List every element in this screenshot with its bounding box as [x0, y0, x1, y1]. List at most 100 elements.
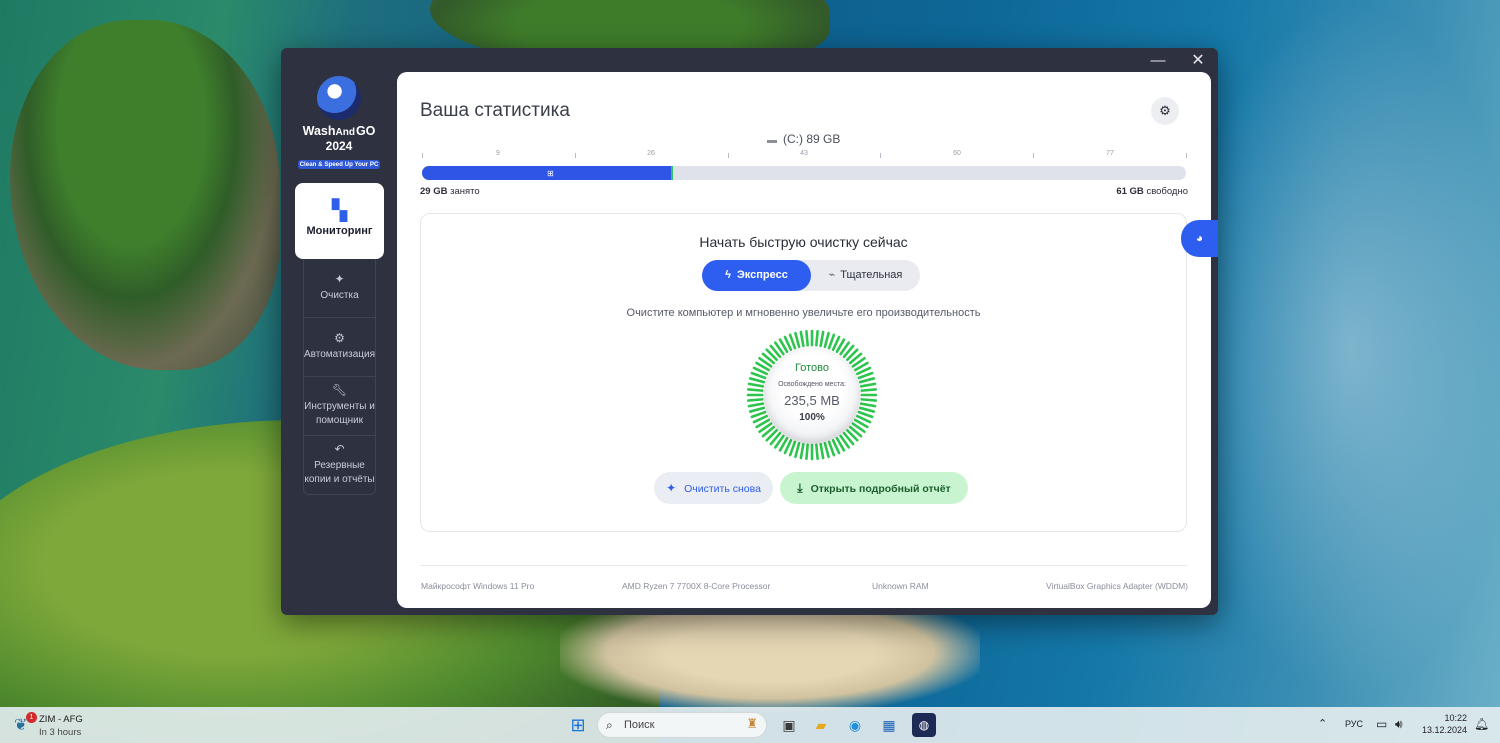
chevron-up-icon[interactable]: ⌃	[1318, 717, 1327, 730]
file-explorer-button[interactable]: ▰	[809, 713, 833, 737]
gauge-dash	[747, 402, 765, 408]
gauge-dash	[819, 330, 825, 348]
drive-label: ▬ (C:) 89 GB	[767, 132, 840, 146]
gauge-dash	[858, 406, 876, 413]
search-placeholder: Поиск	[624, 719, 655, 731]
edge-browser-button[interactable]: ◉	[843, 713, 867, 737]
pie-chart-icon: ◕	[1195, 231, 1204, 245]
sparkle-icon: ✦	[666, 481, 677, 495]
quick-clean-title: Начать быструю очистку сейчас	[699, 234, 908, 250]
main-panel: Ваша статистика ⚙ ▬ (C:) 89 GB 9 26 43 60 77 …	[397, 72, 1211, 608]
sidebar-item-label: Очистка	[320, 290, 359, 301]
store-button[interactable]: ▦	[877, 713, 901, 737]
settings-button[interactable]: ⚙	[1151, 97, 1179, 125]
gauge-freed-label: Освобождено места:	[778, 381, 846, 388]
gauge-dash	[859, 382, 877, 388]
free-space-value: 61 GB	[1116, 186, 1144, 197]
broom-icon: ⌁	[828, 269, 836, 281]
open-report-button[interactable]: ⤓ Открыть подробный отчёт	[780, 472, 968, 504]
scale-tick-label: 60	[953, 150, 961, 157]
clean-again-button[interactable]: ✦ Очистить снова	[654, 472, 773, 504]
gauge-center: Готово Освобождено места: 235,5 MB 100%	[764, 347, 860, 443]
gauge-dash	[748, 406, 766, 413]
free-space-text: 61 GB свободно	[1116, 186, 1188, 197]
gauge-dash	[827, 440, 836, 457]
taskbar-search[interactable]: ⌕ Поиск ♜	[597, 712, 767, 738]
gauge-dash	[815, 443, 819, 461]
sidebar-item-automation[interactable]: ⚙ Автоматизация	[303, 318, 376, 377]
scale-tick	[1186, 153, 1187, 158]
scale-tick	[1033, 153, 1034, 158]
gauge-dash	[805, 329, 809, 347]
mode-thorough-label: Тщательная	[840, 269, 903, 281]
notification-badge: 1	[26, 712, 37, 723]
download-icon: ⤓	[797, 481, 803, 495]
floating-chart-button[interactable]: ◕	[1181, 220, 1218, 257]
washandgo-taskbar-button[interactable]: ◍	[912, 713, 936, 737]
gauge-percent: 100%	[799, 412, 825, 423]
sidebar-item-backups[interactable]: ↶ Резервные копии и отчёты	[303, 436, 376, 495]
drive-label-text: (C:) 89 GB	[783, 132, 841, 146]
used-space-suffix: занято	[450, 186, 480, 197]
sysinfo-cpu: AMD Ryzen 7 7700X 8-Core Processor	[622, 581, 771, 591]
gauge-dash	[799, 442, 805, 460]
scale-tick-label: 26	[647, 150, 655, 157]
gauge-dash	[799, 330, 805, 348]
logo-name-go: GO	[355, 124, 376, 138]
undo-arrow-icon: ↶	[334, 442, 345, 456]
gauge-dash	[794, 331, 801, 349]
gauge-dash	[860, 398, 878, 402]
open-report-label: Открыть подробный отчёт	[810, 483, 951, 495]
gauge-dash	[748, 377, 766, 384]
wallpaper-rock-left	[10, 20, 280, 370]
sidebar-item-label: Мониторинг	[306, 224, 373, 237]
sysinfo-gpu: VirtualBox Graphics Adapter (WDDM)	[1045, 581, 1188, 591]
gauge-dash	[823, 331, 830, 349]
clean-progress-gauge: Готово Освобождено места: 235,5 MB 100%	[746, 329, 878, 461]
dashboard-grid-icon: ▚	[331, 199, 348, 222]
scale-tick-label: 77	[1106, 150, 1114, 157]
network-icon[interactable]: ▭	[1376, 717, 1387, 731]
taskbar-clock[interactable]: 10:22 13.12.2024	[1415, 712, 1467, 736]
quick-clean-card: Начать быструю очистку сейчас ϟ Экспресс …	[420, 213, 1187, 532]
free-space-suffix: свободно	[1146, 186, 1188, 197]
taskbar: ❦ 1 ZIM - AFG In 3 hours ⊞ ⌕ Поиск ♜ ▣ ▰…	[0, 707, 1500, 743]
gauge-dash	[788, 333, 797, 350]
logo-tagline: Clean & Speed Up Your PC	[297, 160, 381, 169]
app-window: — ✕ WashAndGO 2024 Clean & Speed Up Your…	[281, 48, 1218, 615]
sidebar-item-monitoring[interactable]: ▚ Мониторинг	[295, 183, 384, 259]
scale-tick	[728, 153, 729, 158]
close-button[interactable]: ✕	[1181, 50, 1215, 72]
gear-icon: ⚙	[1159, 103, 1171, 118]
task-view-button[interactable]: ▣	[777, 713, 801, 737]
gauge-dash	[815, 329, 819, 347]
page-title: Ваша статистика	[420, 100, 570, 121]
clock-time: 10:22	[1444, 713, 1467, 723]
volume-icon[interactable]: 🔊︎	[1395, 717, 1403, 732]
start-button[interactable]: ⊞	[566, 713, 590, 737]
gauge-dash	[805, 443, 809, 461]
mode-thorough-button[interactable]: ⌁ Тщательная	[811, 260, 920, 291]
weather-widget[interactable]: ❦ 1 ZIM - AFG In 3 hours	[14, 712, 114, 740]
gauge-dash	[746, 388, 764, 392]
disk-usage-bar: ⊞	[422, 166, 1186, 180]
logo-title: WashAndGO	[295, 124, 383, 140]
gauge-dash	[827, 333, 836, 350]
notification-bell-icon[interactable]: 🔔︎	[1474, 717, 1489, 731]
clean-mode-toggle: ϟ Экспресс ⌁ Тщательная	[702, 260, 920, 291]
gauge-dash	[788, 440, 797, 457]
minimize-button[interactable]: —	[1141, 50, 1175, 72]
store-icon: ▦	[882, 717, 896, 733]
app-logo-icon: ◍	[918, 718, 930, 732]
footer-divider	[420, 565, 1187, 566]
input-language[interactable]: РУС	[1345, 719, 1363, 729]
sidebar-item-tools[interactable]: 🔧︎ Инструменты и помощник	[303, 377, 376, 436]
sidebar-item-cleaning[interactable]: ✦ Очистка	[303, 259, 376, 318]
scale-tick	[880, 153, 881, 158]
clean-again-label: Очистить снова	[684, 483, 761, 495]
used-space-text: 29 GB занято	[420, 186, 480, 197]
gauge-dash	[857, 371, 874, 380]
scale-tick-label: 9	[496, 150, 500, 157]
mode-express-button[interactable]: ϟ Экспресс	[702, 260, 811, 291]
logo-year: 2024	[325, 139, 353, 153]
